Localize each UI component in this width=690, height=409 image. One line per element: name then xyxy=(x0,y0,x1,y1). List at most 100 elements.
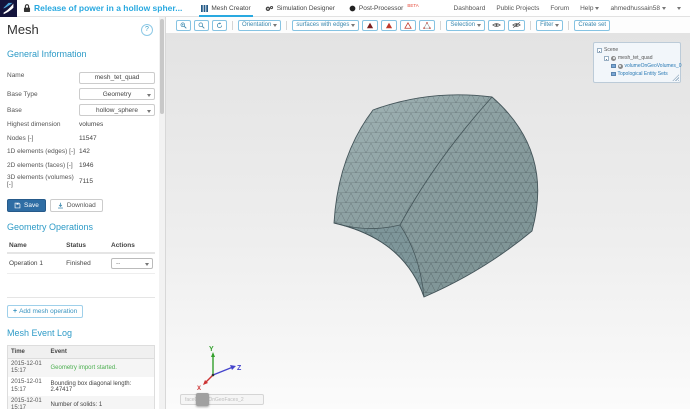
column-header: Status xyxy=(64,239,109,253)
orientation-dropdown[interactable]: Orientation xyxy=(238,20,281,31)
panel-scrollbar[interactable] xyxy=(159,17,165,409)
filter-dropdown[interactable]: Filter xyxy=(536,20,563,31)
drag-handle[interactable] xyxy=(196,393,209,406)
simulation-designer-icon xyxy=(265,5,274,12)
select-volumes-icon xyxy=(366,22,374,29)
extra-menu[interactable] xyxy=(677,7,681,10)
simscale-logo[interactable] xyxy=(0,0,17,17)
field-label: Nodes [-] xyxy=(7,135,79,142)
app-tabs: Mesh Creator Simulation Designer Post-Pr… xyxy=(194,0,425,17)
tree-label: Scene xyxy=(604,47,618,53)
expander-icon[interactable] xyxy=(597,48,602,53)
layer-icon[interactable] xyxy=(611,64,616,69)
tab-post-processor[interactable]: Post-Processor BETA xyxy=(342,0,426,17)
event-text: Geometry import started. xyxy=(48,359,155,378)
column-header: Actions xyxy=(109,239,155,253)
select-faces-button[interactable] xyxy=(381,20,397,31)
select-faces-icon xyxy=(385,22,393,29)
column-header: Event xyxy=(48,346,155,359)
select-edges-button[interactable] xyxy=(400,20,416,31)
hide-entity-icon xyxy=(512,22,521,28)
tree-node-mesh[interactable]: mesh_tet_quad xyxy=(604,54,677,62)
user-name: ahmedhussain58 xyxy=(610,5,660,12)
help-menu[interactable]: Help xyxy=(580,5,599,12)
select-volumes-button[interactable] xyxy=(362,20,378,31)
add-mesh-operation-button[interactable]: + Add mesh operation xyxy=(7,305,83,318)
zoom-in-icon xyxy=(180,22,187,29)
tree-label[interactable]: volumeOnGeoVolumes_0 xyxy=(625,63,682,69)
field-label: Base xyxy=(7,107,79,114)
zoom-fit-button[interactable] xyxy=(194,20,209,31)
event-text: Bounding box diagonal length: 2.47417 xyxy=(48,377,155,395)
table-row: 2015-12-01 15:17 Bounding box diagonal l… xyxy=(8,377,155,395)
create-set-button[interactable]: Create set xyxy=(574,20,610,31)
tree-node-topological-sets[interactable]: Topological Entity Sets xyxy=(611,70,677,78)
help-button[interactable]: ? xyxy=(141,24,153,36)
entity-status-field[interactable]: faceGroupOnGeoFaces_2 xyxy=(180,394,264,405)
beta-badge: BETA xyxy=(407,3,418,8)
expander-icon[interactable] xyxy=(604,56,609,61)
table-row: 2015-12-01 15:17 Number of solids: 1 xyxy=(8,396,155,409)
save-button[interactable]: Save xyxy=(7,199,46,212)
axis-triad: Y Z X xyxy=(197,346,242,392)
caret-icon xyxy=(145,263,149,266)
field-value: 7115 xyxy=(79,178,93,185)
field-highest-dimension: Highest dimension volumes xyxy=(7,120,155,129)
nav-public-projects[interactable]: Public Projects xyxy=(496,5,539,12)
zoom-in-button[interactable] xyxy=(176,20,191,31)
base-type-select[interactable]: Geometry xyxy=(79,88,155,100)
scrollbar-thumb[interactable] xyxy=(160,19,164,114)
selection-dropdown[interactable]: Selection xyxy=(446,20,485,31)
download-icon xyxy=(57,202,64,209)
field-label: Highest dimension xyxy=(7,121,79,128)
render-mode-select[interactable]: surfaces with edges xyxy=(292,20,359,31)
select-nodes-icon xyxy=(423,22,431,29)
tree-node-scene[interactable]: Scene xyxy=(597,46,677,54)
axis-x-label: X xyxy=(197,386,201,392)
field-1d-elements: 1D elements (edges) [-] 142 xyxy=(7,147,155,156)
caret-icon xyxy=(147,94,151,97)
download-button[interactable]: Download xyxy=(50,199,103,212)
field-label: 1D elements (edges) [-] xyxy=(7,148,79,155)
select-nodes-button[interactable] xyxy=(419,20,435,31)
field-value: 11547 xyxy=(79,135,97,142)
tree-node-volume[interactable]: volumeOnGeoVolumes_0 xyxy=(611,62,677,70)
tree-label[interactable]: Topological Entity Sets xyxy=(618,71,668,77)
table-row: 2015-12-01 15:17 Geometry import started… xyxy=(8,359,155,378)
layer-icon[interactable] xyxy=(611,72,616,77)
logo-icon xyxy=(2,2,15,15)
field-label: 2D elements (faces) [-] xyxy=(7,162,79,169)
lock-icon xyxy=(23,3,31,13)
project-title[interactable]: Release of power in a hollow spher... xyxy=(34,3,182,13)
event-time: 2015-12-01 15:17 xyxy=(8,377,48,395)
show-entity-button[interactable] xyxy=(488,20,505,31)
section-geometry-operations: Geometry Operations xyxy=(7,222,155,232)
caret-icon xyxy=(555,24,559,27)
toolbar-divider xyxy=(440,21,441,30)
filter-label: Filter xyxy=(540,22,553,28)
nav-forum[interactable]: Forum xyxy=(550,5,569,12)
tab-label: Post-Processor xyxy=(359,5,403,12)
hide-entity-button[interactable] xyxy=(508,20,525,31)
save-label: Save xyxy=(24,202,39,209)
tab-mesh-creator[interactable]: Mesh Creator xyxy=(194,0,257,17)
tab-label: Mesh Creator xyxy=(211,5,250,12)
event-log-table: Time Event 2015-12-01 15:17 Geometry imp… xyxy=(7,345,155,409)
selected-value: hollow_sphere xyxy=(96,107,138,114)
toolbar-divider xyxy=(568,21,569,30)
caret-icon xyxy=(477,24,481,27)
reset-view-button[interactable] xyxy=(212,20,227,31)
render-canvas[interactable]: Y Z X Scene mesh_tet_quad xyxy=(166,33,690,409)
operation-actions-select[interactable]: -- xyxy=(111,258,153,269)
name-input[interactable] xyxy=(79,72,155,84)
toolbar-divider xyxy=(530,21,531,30)
field-value: 1946 xyxy=(79,162,93,169)
user-menu[interactable]: ahmedhussain58 xyxy=(610,5,666,12)
mesh-body[interactable] xyxy=(334,95,538,297)
field-2d-elements: 2D elements (faces) [-] 1946 xyxy=(7,161,155,170)
table-row[interactable]: Operation 1 Finished -- xyxy=(7,253,155,274)
tab-simulation-designer[interactable]: Simulation Designer xyxy=(258,0,342,17)
help-label: Help xyxy=(580,5,593,12)
base-select[interactable]: hollow_sphere xyxy=(79,104,155,116)
nav-dashboard[interactable]: Dashboard xyxy=(454,5,486,12)
